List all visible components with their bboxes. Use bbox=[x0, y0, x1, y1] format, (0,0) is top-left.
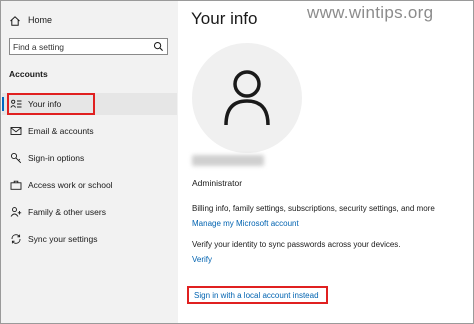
highlight-box bbox=[7, 93, 95, 115]
avatar bbox=[192, 43, 302, 153]
home-icon bbox=[10, 16, 20, 26]
sidebar-item-sync-settings[interactable]: Sync your settings bbox=[2, 228, 177, 250]
section-title: Accounts bbox=[9, 69, 48, 79]
sidebar-item-label: Family & other users bbox=[28, 207, 106, 217]
billing-description: Billing info, family settings, subscript… bbox=[192, 204, 435, 213]
blurred-username bbox=[192, 155, 264, 166]
watermark: www.wintips.org bbox=[307, 3, 434, 22]
sidebar-item-sign-in-options[interactable]: Sign-in options bbox=[2, 147, 177, 169]
selection-indicator bbox=[2, 97, 4, 111]
sync-icon bbox=[11, 234, 21, 244]
mail-icon bbox=[10, 127, 22, 135]
account-role: Administrator bbox=[192, 178, 243, 188]
sidebar-item-email-accounts[interactable]: Email & accounts bbox=[2, 120, 177, 142]
person-add-icon bbox=[10, 207, 22, 217]
home-label[interactable]: Home bbox=[28, 15, 52, 25]
key-icon bbox=[10, 152, 22, 164]
sidebar-item-label: Access work or school bbox=[28, 180, 113, 190]
sidebar-item-label: Sign-in options bbox=[28, 153, 85, 163]
search-input[interactable] bbox=[13, 40, 149, 53]
sidebar-item-label: Sync your settings bbox=[28, 234, 98, 244]
search-icon[interactable] bbox=[153, 41, 164, 52]
sidebar-item-label: Email & accounts bbox=[28, 126, 94, 136]
highlight-box bbox=[187, 286, 328, 304]
home-nav[interactable] bbox=[9, 13, 21, 29]
search-box[interactable] bbox=[9, 38, 168, 55]
page-title: Your info bbox=[191, 9, 258, 28]
sidebar-item-family-other-users[interactable]: Family & other users bbox=[2, 201, 177, 223]
verify-description: Verify your identity to sync passwords a… bbox=[192, 240, 401, 249]
sidebar-item-access-work-school[interactable]: Access work or school bbox=[2, 174, 177, 196]
briefcase-icon bbox=[10, 180, 22, 190]
manage-account-link[interactable]: Manage my Microsoft account bbox=[192, 219, 299, 228]
main-panel: Your info www.wintips.org Administrator … bbox=[178, 1, 473, 323]
sidebar: Home Accounts Your info Email & accounts… bbox=[1, 1, 178, 323]
verify-link[interactable]: Verify bbox=[192, 255, 212, 264]
person-icon bbox=[224, 70, 270, 126]
